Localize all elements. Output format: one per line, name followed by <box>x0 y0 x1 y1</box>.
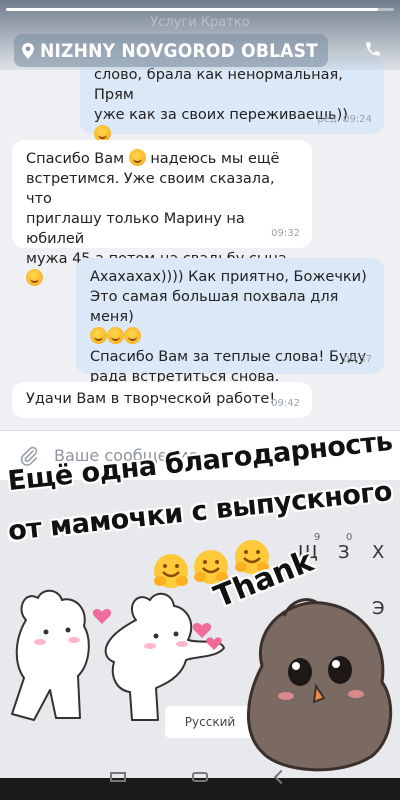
phone-icon <box>366 42 380 56</box>
message-text: приглашу только Марину на юбилей <box>26 211 245 247</box>
hug-emoji-icon <box>107 327 124 344</box>
location-pin-icon <box>22 42 34 59</box>
message-time: 09:42 <box>271 398 300 409</box>
phone-call-button[interactable] <box>360 36 386 62</box>
message-time: 09:37 <box>343 354 372 365</box>
key[interactable]: Х <box>372 542 384 563</box>
bird-sticker <box>247 598 393 772</box>
system-navigation-bar <box>0 769 400 800</box>
message-bubble-incoming-1[interactable]: Спасибо Вам надеюсь мы ещё встретимся. У… <box>12 140 312 286</box>
message-text: Спасибо Вам <box>26 151 125 167</box>
smile-emoji-icon <box>26 269 43 286</box>
key[interactable]: З <box>338 542 350 563</box>
hug-emoji-icon <box>90 327 107 344</box>
message-text: Это самая большая похвала для меня) <box>90 289 339 325</box>
hug-emoji-icon <box>124 327 141 344</box>
message-text: Удачи Вам в творческой работе! <box>26 391 276 407</box>
message-text: встретимся. Уже своим сказала, что <box>26 171 275 207</box>
message-bubble-outgoing-2[interactable]: Ахахахах)))) Как приятно, Божечки) Это с… <box>76 258 384 385</box>
location-sticker[interactable]: NIZHNY NOVGOROD OBLAST <box>14 34 328 67</box>
message-time: 09:32 <box>271 228 300 239</box>
home-icon[interactable] <box>192 772 208 782</box>
message-text: Спасибо Вам за теплые слова! Буду <box>90 349 367 365</box>
location-label: NIZHNY NOVGOROD OBLAST <box>40 39 318 62</box>
bunnies-hug-sticker <box>11 589 225 721</box>
story-progress-bar <box>6 8 394 11</box>
message-time: ред. 09:24 <box>317 114 372 125</box>
story-screen: слово, брала как ненормальная, Прям уже … <box>0 0 400 800</box>
message-text: надеюсь мы ещё <box>150 151 280 167</box>
message-text: Ахахахах)))) Как приятно, Божечки) <box>90 269 367 285</box>
message-bubble-incoming-2[interactable]: Удачи Вам в творческой работе! 09:42 <box>12 382 312 418</box>
smile-emoji-icon <box>128 149 146 166</box>
recent-apps-icon[interactable] <box>110 772 126 782</box>
chat-title: Услуги Кратко <box>150 15 250 30</box>
hug-emoji-icon <box>154 554 188 588</box>
message-text: слово, брала как ненормальная, Прям <box>94 67 343 103</box>
